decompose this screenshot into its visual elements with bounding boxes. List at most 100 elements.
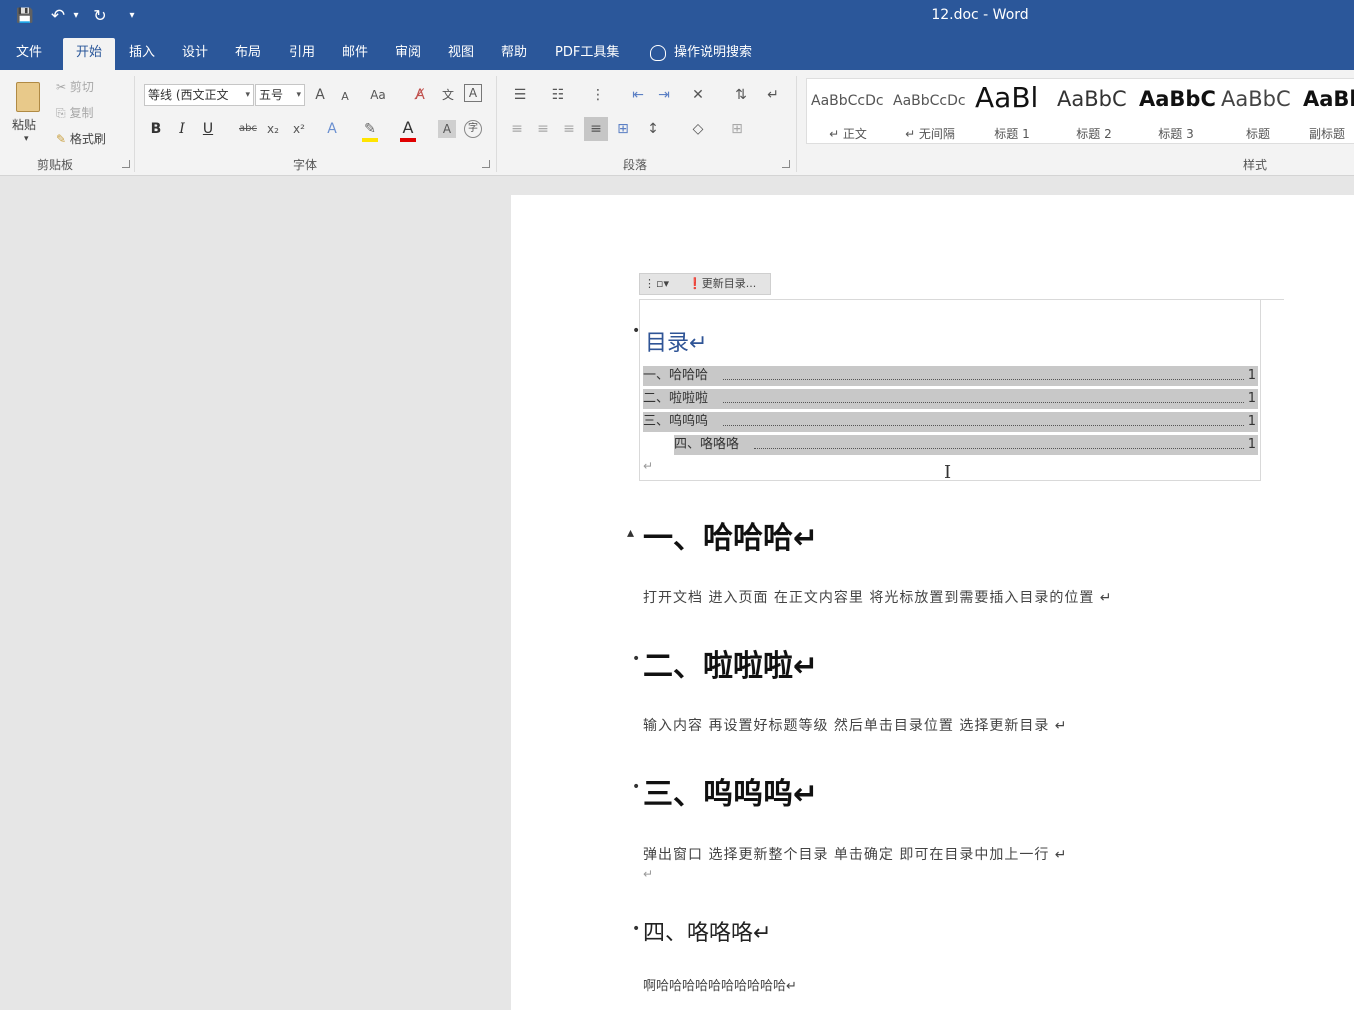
document-page[interactable]: ⋮ ▫▾ ❗更新目录... • 目录↵ 一、哈哈哈 1 二、啦啦啦 1 三、呜呜…: [511, 195, 1354, 1010]
toc-entry-text: 一、哈哈哈: [643, 368, 709, 383]
style-sample: AaBbCcDc: [811, 93, 884, 109]
toc-field-toolbar[interactable]: ⋮ ▫▾ ❗更新目录...: [639, 273, 771, 295]
toc-menu-icon[interactable]: ▫▾: [656, 274, 669, 294]
tell-me-search[interactable]: 操作说明搜索: [650, 42, 752, 64]
style-name: 标题 3: [1158, 127, 1194, 141]
style-name: ↵ 正文: [829, 127, 867, 141]
subscript-button[interactable]: x₂: [264, 120, 282, 138]
bold-button[interactable]: B: [148, 120, 164, 138]
cut-button[interactable]: ✂ 剪切: [56, 78, 94, 96]
paragraph-group-label: 段落: [622, 158, 647, 172]
redo-icon[interactable]: ↻: [90, 6, 110, 26]
customize-qat-icon[interactable]: ▾: [124, 6, 140, 26]
paragraph-mark: ↵: [643, 459, 654, 473]
tab-layout[interactable]: 布局: [225, 42, 271, 70]
toc-entry[interactable]: 二、啦啦啦 1: [643, 389, 1258, 409]
font-name-value: 等线 (西文正文: [148, 88, 229, 102]
tab-home[interactable]: 开始: [63, 38, 115, 70]
clear-formatting-icon[interactable]: A̸: [410, 86, 430, 104]
align-right-icon[interactable]: ≡: [560, 120, 578, 138]
paragraph-mark-bullet: •: [632, 651, 641, 667]
undo-dropdown-icon[interactable]: ▾: [70, 6, 82, 26]
numbering-icon[interactable]: ☷: [546, 86, 570, 104]
font-color-bar: [400, 138, 416, 142]
undo-icon[interactable]: ↶: [48, 6, 68, 26]
superscript-button[interactable]: x²: [290, 120, 308, 138]
underline-button[interactable]: U: [200, 120, 216, 138]
ribbon-tab-bar: 文件 开始 插入 设计 布局 引用 邮件 审阅 视图 帮助 PDF工具集 操作说…: [0, 34, 1354, 70]
group-divider: [134, 76, 135, 172]
change-case-icon[interactable]: Aa: [366, 86, 390, 104]
justify-icon[interactable]: ≡: [584, 117, 608, 141]
tab-file[interactable]: 文件: [6, 42, 52, 70]
phonetic-guide-icon[interactable]: 文: [438, 86, 458, 104]
heading-1: 三、呜呜呜↵: [643, 777, 819, 812]
toc-entry[interactable]: 三、呜呜呜 1: [643, 412, 1258, 432]
increase-indent-icon[interactable]: ⇥: [654, 86, 674, 104]
tell-me-label: 操作说明搜索: [674, 45, 753, 60]
paragraph-launcher-icon[interactable]: [782, 160, 790, 168]
toc-entry[interactable]: 四、咯咯咯 1: [674, 435, 1258, 455]
toc-page-number: 1: [1247, 414, 1256, 429]
tab-help[interactable]: 帮助: [491, 42, 537, 70]
drag-handle-icon[interactable]: ⋮: [644, 274, 655, 294]
style-sample: AaBl: [975, 81, 1039, 114]
font-color-button[interactable]: A: [398, 119, 418, 137]
grow-font-icon[interactable]: A: [312, 86, 328, 104]
tab-view[interactable]: 视图: [438, 42, 484, 70]
sort-icon[interactable]: ⇅: [732, 86, 750, 104]
tab-insert[interactable]: 插入: [119, 42, 165, 70]
italic-button[interactable]: I: [174, 120, 190, 138]
align-center-icon[interactable]: ≡: [534, 120, 552, 138]
enclosed-character-icon[interactable]: 字: [464, 120, 482, 138]
tab-mailings[interactable]: 邮件: [332, 42, 378, 70]
borders-icon[interactable]: ⊞: [728, 120, 746, 138]
line-spacing-icon[interactable]: ↕: [644, 120, 662, 138]
paragraph-mark-bullet: •: [632, 779, 641, 795]
save-icon[interactable]: 💾: [14, 6, 36, 26]
tab-pdf-tools[interactable]: PDF工具集: [545, 42, 629, 70]
decrease-indent-icon[interactable]: ⇤: [628, 86, 648, 104]
shading-icon[interactable]: ◇: [688, 120, 708, 138]
highlight-icon[interactable]: ✎: [360, 120, 380, 138]
strikethrough-button[interactable]: abc: [238, 120, 258, 138]
toc-leader-dots: [723, 366, 1244, 380]
format-painter-button[interactable]: ✎ 格式刷: [56, 130, 106, 148]
tab-references[interactable]: 引用: [279, 42, 325, 70]
character-shading-button[interactable]: A: [438, 120, 456, 138]
align-left-icon[interactable]: ≡: [508, 120, 526, 138]
bullets-icon[interactable]: ☰: [508, 86, 532, 104]
enclose-characters-icon[interactable]: A: [464, 84, 482, 102]
distributed-icon[interactable]: ⊞: [614, 120, 632, 138]
toc-entry-text: 四、咯咯咯: [674, 437, 740, 452]
update-toc-label: 更新目录...: [701, 277, 757, 290]
tab-review[interactable]: 审阅: [385, 42, 431, 70]
chinese-layout-icon[interactable]: ✕: [688, 86, 708, 104]
show-marks-icon[interactable]: ↵: [764, 86, 782, 104]
paste-button[interactable]: 粘贴 ▾: [8, 78, 48, 148]
font-name-combo[interactable]: 等线 (西文正文 ▾: [144, 84, 254, 106]
group-divider: [796, 76, 797, 172]
style-normal[interactable]: AaBbCcDc ↵ 正文: [807, 79, 889, 145]
shrink-font-icon[interactable]: A: [338, 88, 352, 106]
tab-design[interactable]: 设计: [172, 42, 218, 70]
update-toc-button[interactable]: ❗更新目录...: [688, 274, 756, 294]
style-heading-2[interactable]: AaBbC 标题 2: [1053, 79, 1135, 145]
font-launcher-icon[interactable]: [482, 160, 490, 168]
multilevel-list-icon[interactable]: ⋮: [586, 86, 610, 104]
paragraph-mark-bullet: •: [632, 323, 641, 339]
style-no-spacing[interactable]: AaBbCcDc ↵ 无间隔: [889, 79, 971, 145]
cut-label: 剪切: [69, 80, 94, 94]
heading-2: 四、咯咯咯↵: [643, 921, 772, 946]
style-title[interactable]: AaBbC 标题: [1217, 79, 1299, 145]
text-effects-icon[interactable]: A: [322, 120, 342, 138]
style-heading-3[interactable]: AaBbC 标题 3: [1135, 79, 1217, 145]
clipboard-group-label: 剪贴板: [36, 158, 73, 172]
clipboard-launcher-icon[interactable]: [122, 160, 130, 168]
font-size-combo[interactable]: 五号 ▾: [255, 84, 305, 106]
style-subtitle[interactable]: AaBl 副标题: [1299, 79, 1354, 145]
toc-entry[interactable]: 一、哈哈哈 1: [643, 366, 1258, 386]
copy-button[interactable]: ⎘ 复制: [56, 104, 93, 122]
style-heading-1[interactable]: AaBl 标题 1: [971, 79, 1053, 145]
body-paragraph: 弹出窗口 选择更新整个目录 单击确定 即可在目录中加上一行 ↵: [643, 847, 1068, 863]
